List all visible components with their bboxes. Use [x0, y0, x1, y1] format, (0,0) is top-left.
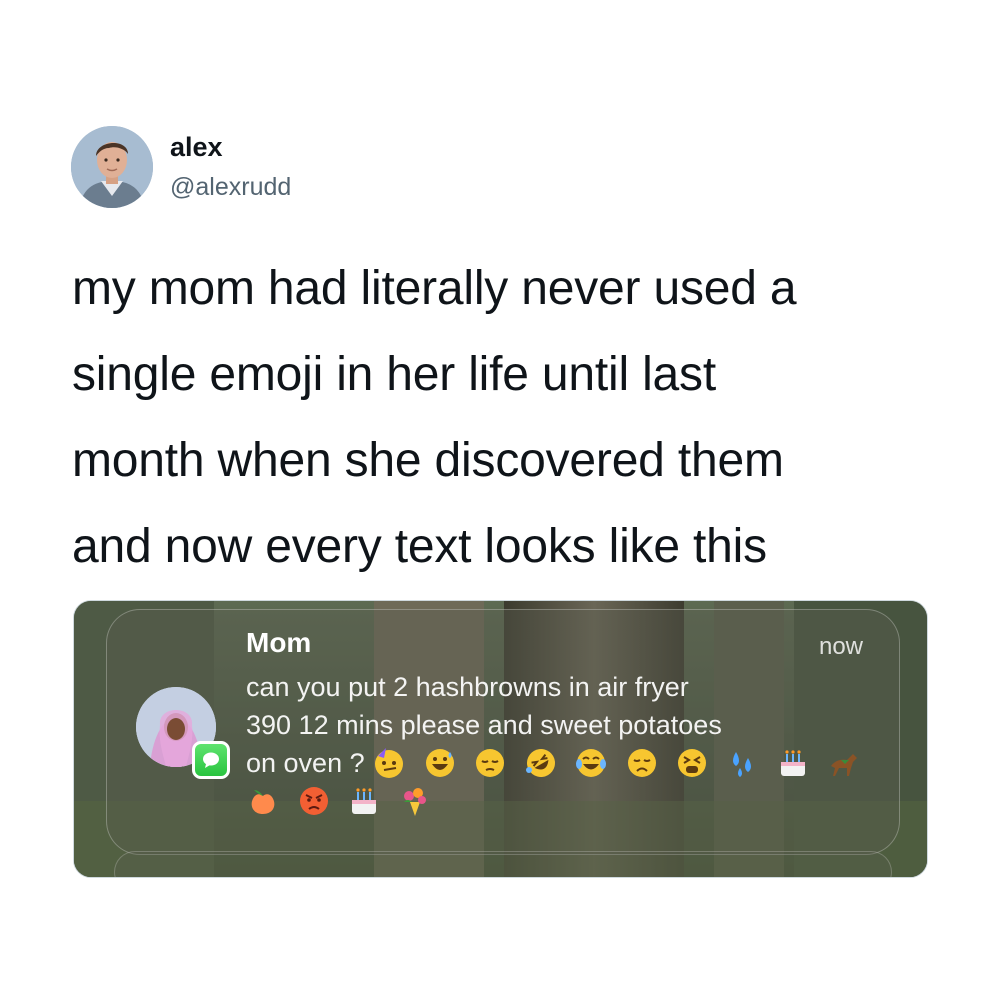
tweet-text: my mom had literally never used a single… — [72, 246, 952, 590]
emoji-row — [246, 782, 886, 820]
tired-face-icon — [678, 748, 707, 777]
racehorse-icon — [830, 753, 857, 776]
pensive-face-icon — [476, 748, 505, 777]
notification-message: can you put 2 hashbrowns in air fryer 39… — [246, 668, 886, 820]
message-line: can you put 2 hashbrowns in air fryer — [246, 672, 689, 702]
notification-time: now — [818, 633, 863, 660]
messages-app-icon — [192, 741, 230, 779]
message-line: 390 12 mins please and sweet potatoes — [246, 710, 722, 740]
partying-face-icon — [375, 747, 404, 778]
birthday-cake-icon — [781, 750, 806, 776]
bouquet-icon — [403, 787, 426, 816]
display-name[interactable]: alex — [170, 130, 291, 164]
birthday-cake-icon — [352, 788, 377, 814]
tweet-text-line: my mom had literally never used a — [72, 262, 797, 315]
disappointed-face-icon — [627, 748, 656, 777]
sweat-droplets-icon — [732, 751, 751, 777]
message-line-with-emojis: on oven ? — [246, 744, 886, 782]
grinning-sweat-icon — [425, 748, 454, 777]
attached-photo[interactable]: Mom now can you put 2 hashbrowns in air … — [73, 600, 928, 878]
stacked-notification[interactable] — [114, 851, 892, 877]
tweet-text-line: and now every text looks like this — [72, 520, 767, 573]
tweet-text-line: single emoji in her life until last — [72, 348, 716, 401]
peach-icon — [251, 789, 275, 814]
user-handle[interactable]: @alexrudd — [170, 170, 291, 204]
tweet-text-line: month when she discovered them — [72, 434, 784, 487]
angry-face-icon — [299, 786, 328, 815]
notification-sender: Mom — [246, 627, 312, 658]
tears-of-joy-icon — [576, 748, 607, 777]
message-line-text: on oven ? — [246, 748, 365, 778]
profile-avatar[interactable] — [71, 126, 153, 208]
tweet-header: alex @alexrudd — [71, 126, 291, 208]
rofl-icon — [525, 748, 555, 777]
